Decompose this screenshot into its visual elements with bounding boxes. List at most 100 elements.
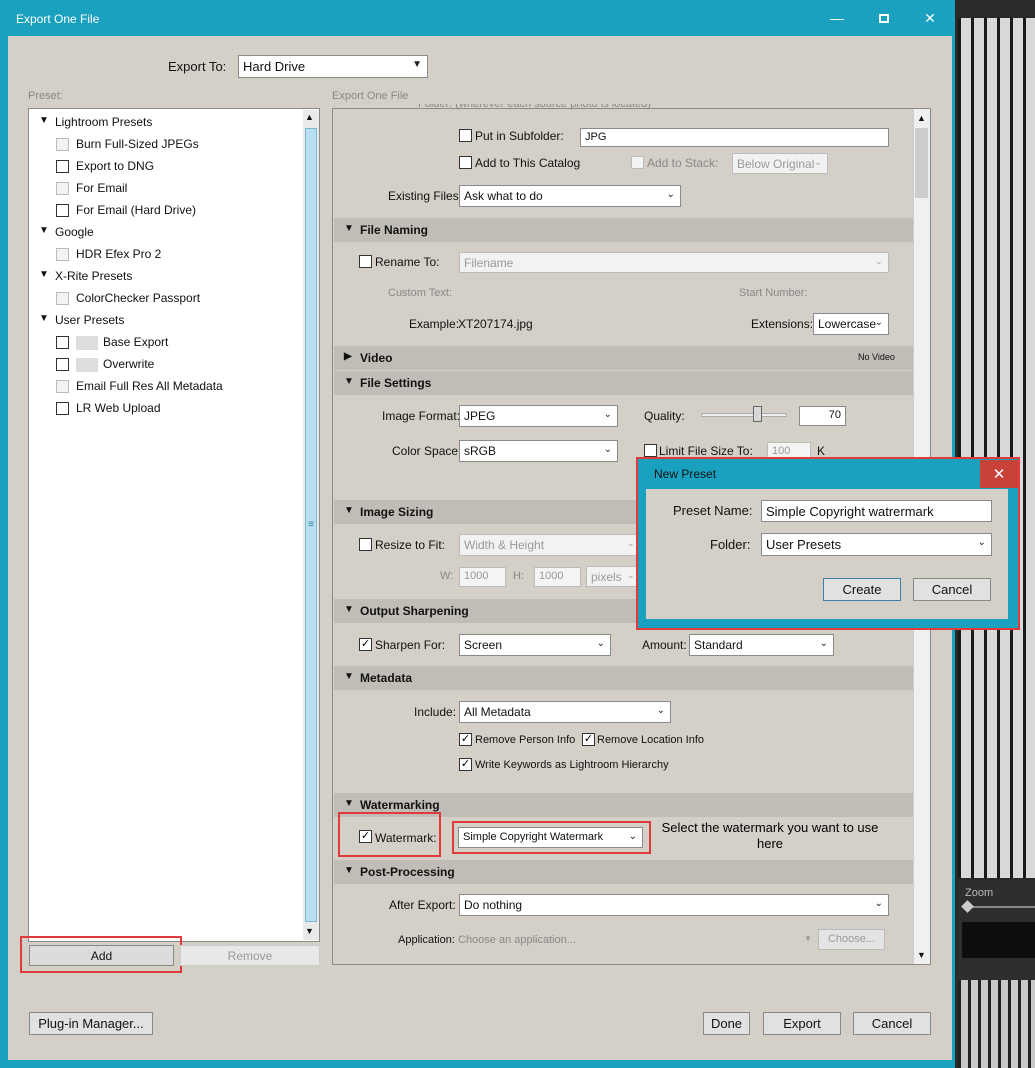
zoom-slider-track[interactable] (966, 906, 1035, 908)
cancel-button[interactable]: Cancel (853, 1012, 931, 1035)
preset-item[interactable]: For Email (Hard Drive) (76, 203, 196, 217)
triangle-right-icon: ▶ (344, 351, 352, 362)
preset-item[interactable]: Overwrite (103, 357, 154, 371)
background-photo (958, 18, 1035, 878)
chevron-down-icon: ▼ (804, 934, 812, 943)
chevron-down-icon: ⌄ (874, 317, 883, 328)
scroll-down-icon[interactable]: ▼ (917, 950, 926, 960)
preset-checkbox[interactable] (56, 204, 69, 217)
video-status: No Video (858, 352, 895, 362)
close-icon: ✕ (992, 466, 1006, 483)
extensions-select[interactable]: Lowercase ⌄ (813, 313, 889, 335)
color-space-select[interactable]: sRGB ⌄ (459, 440, 618, 462)
plugin-manager-button[interactable]: Plug-in Manager... (29, 1012, 153, 1035)
new-preset-title: New Preset (654, 467, 717, 481)
preset-checkbox (56, 248, 69, 261)
tree-folder-lightroom-presets[interactable]: ▼ Lightroom Presets (39, 115, 152, 129)
preset-item[interactable]: Burn Full-Sized JPEGs (76, 137, 199, 151)
grip-icon: ≡ (308, 519, 314, 530)
amount-select[interactable]: Standard ⌄ (689, 634, 834, 656)
section-video[interactable]: ▶ Video (334, 346, 913, 370)
scroll-down-icon[interactable]: ▼ (305, 926, 314, 936)
preset-item[interactable]: ColorChecker Passport (76, 291, 200, 305)
subfolder-checkbox[interactable] (459, 129, 472, 142)
include-label: Include: (414, 705, 457, 719)
rename-checkbox[interactable] (359, 255, 372, 268)
preset-item[interactable]: For Email (76, 181, 127, 195)
example-value: XT207174.jpg (458, 317, 533, 331)
watermark-select[interactable]: Simple Copyright Watermark ⌄ (458, 827, 643, 848)
start-number-label: Start Number: (739, 287, 808, 299)
quality-input[interactable]: 70 (799, 406, 846, 426)
tree-folder-xrite[interactable]: ▼ X-Rite Presets (39, 269, 132, 283)
settings-scrollbar-thumb[interactable] (915, 128, 928, 198)
choose-button[interactable]: Choose... (818, 929, 885, 950)
resize-checkbox[interactable] (359, 538, 372, 551)
dialog-cancel-button[interactable]: Cancel (913, 578, 991, 601)
add-catalog-checkbox[interactable] (459, 156, 472, 169)
preset-item[interactable]: Base Export (103, 335, 168, 349)
preset-checkbox[interactable] (56, 358, 69, 371)
export-to-select[interactable]: Hard Drive ▼ (238, 55, 428, 78)
panel-title: Export One File (332, 90, 409, 102)
subfolder-label: Put in Subfolder: (475, 129, 564, 143)
chevron-down-icon: ⌄ (596, 638, 605, 649)
add-button[interactable]: Add (29, 945, 174, 966)
remove-location-checkbox[interactable]: ✓ (582, 733, 595, 746)
chevron-down-icon: ⌄ (603, 444, 612, 455)
quality-slider-track[interactable] (701, 413, 787, 417)
limit-size-checkbox[interactable] (644, 444, 657, 457)
chevron-down-icon: ⌄ (813, 157, 822, 168)
section-file-naming[interactable]: ▼ File Naming (334, 218, 913, 242)
limit-size-label: Limit File Size To: (659, 444, 753, 458)
sharpen-label: Sharpen For: (375, 638, 446, 652)
remove-button[interactable]: Remove (180, 945, 320, 966)
write-keywords-checkbox[interactable]: ✓ (459, 758, 472, 771)
preset-checkbox[interactable] (56, 402, 69, 415)
triangle-down-icon: ▼ (344, 604, 354, 615)
subfolder-input[interactable]: JPG (580, 128, 889, 147)
stack-select: Below Original ⌄ (732, 153, 828, 174)
after-export-select[interactable]: Do nothing ⌄ (459, 894, 889, 916)
width-input[interactable]: 1000 (459, 567, 506, 587)
section-post-processing[interactable]: ▼ Post-Processing (334, 860, 913, 884)
preset-item[interactable]: Export to DNG (76, 159, 154, 173)
section-metadata[interactable]: ▼ Metadata (334, 666, 913, 690)
preset-name-input[interactable]: Simple Copyright watrermark (761, 500, 992, 522)
folder-select[interactable]: User Presets ⌄ (761, 533, 992, 556)
include-select[interactable]: All Metadata ⌄ (459, 701, 671, 723)
remove-person-checkbox[interactable]: ✓ (459, 733, 472, 746)
preset-checkbox (56, 138, 69, 151)
maximize-button[interactable] (862, 6, 906, 30)
preset-checkbox[interactable] (56, 160, 69, 173)
tree-folder-google[interactable]: ▼ Google (39, 225, 94, 239)
image-format-select[interactable]: JPEG ⌄ (459, 405, 618, 427)
height-input[interactable]: 1000 (534, 567, 581, 587)
new-preset-close-button[interactable]: ✕ (980, 460, 1018, 488)
preset-item[interactable]: Email Full Res All Metadata (76, 379, 223, 393)
done-button[interactable]: Done (703, 1012, 750, 1035)
minimize-button[interactable]: — (815, 6, 859, 30)
scroll-up-icon[interactable]: ▲ (305, 112, 314, 122)
chevron-down-icon: ▼ (412, 59, 422, 70)
close-button[interactable]: ✕ (908, 6, 952, 30)
scroll-up-icon[interactable]: ▲ (917, 113, 926, 123)
filmstrip-thumbnail[interactable] (958, 980, 1035, 1068)
watermark-checkbox[interactable]: ✓ (359, 830, 372, 843)
annotation-text: Select the watermark you want to use her… (661, 820, 879, 851)
maximize-icon (879, 13, 889, 23)
sharpen-select[interactable]: Screen ⌄ (459, 634, 611, 656)
tree-folder-user-presets[interactable]: ▼ User Presets (39, 313, 124, 327)
existing-files-select[interactable]: Ask what to do ⌄ (459, 185, 681, 207)
sharpen-checkbox[interactable]: ✓ (359, 638, 372, 651)
preset-item[interactable]: HDR Efex Pro 2 (76, 247, 161, 261)
existing-files-label: Existing Files: (388, 189, 463, 203)
export-button[interactable]: Export (763, 1012, 841, 1035)
create-button[interactable]: Create (823, 578, 901, 601)
chevron-down-icon: ⌄ (874, 898, 883, 909)
quality-slider-thumb[interactable] (753, 406, 762, 422)
preset-item[interactable]: LR Web Upload (76, 401, 161, 415)
add-stack-label: Add to Stack: (647, 156, 719, 170)
preset-checkbox[interactable] (56, 336, 69, 349)
section-file-settings[interactable]: ▼ File Settings (334, 371, 913, 395)
